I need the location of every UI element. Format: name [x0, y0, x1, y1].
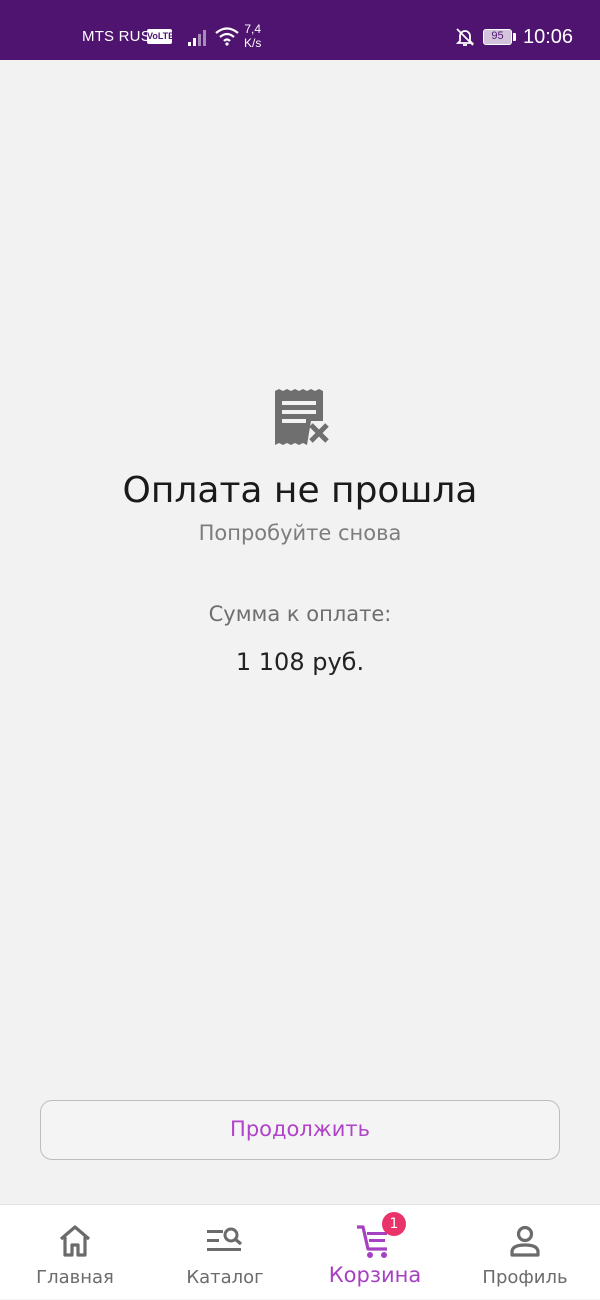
- nav-label-catalog: Каталог: [186, 1267, 264, 1288]
- network-speed: 7,4 K/s: [244, 22, 261, 50]
- catalog-search-icon: [207, 1227, 243, 1251]
- payment-failed-title: Оплата не прошла: [122, 470, 478, 511]
- clock: 10:06: [523, 26, 574, 48]
- volte-badge: VoLTE: [147, 29, 174, 44]
- nav-label-cart: Корзина: [328, 1263, 422, 1287]
- bottom-nav: Главная Каталог 1 Корзина Профиль: [0, 1204, 600, 1299]
- receipt-cancel-icon: [275, 389, 329, 445]
- nav-item-cart[interactable]: 1 Корзина: [300, 1205, 450, 1300]
- nav-item-home[interactable]: Главная: [0, 1205, 150, 1300]
- cart-badge: 1: [382, 1212, 406, 1236]
- sum-value: 1 108 руб.: [235, 648, 365, 676]
- speed-unit: K/s: [244, 36, 262, 50]
- nav-item-catalog[interactable]: Каталог: [150, 1205, 300, 1300]
- battery-icon: 95: [483, 29, 512, 45]
- payment-failed-subtitle: Попробуйте снова: [198, 521, 402, 545]
- battery-tip: [513, 33, 516, 41]
- continue-button[interactable]: Продолжить: [40, 1100, 560, 1160]
- carrier-name: MTS RUS: [82, 28, 151, 45]
- nav-item-profile[interactable]: Профиль: [450, 1205, 600, 1300]
- bell-off-icon: [455, 28, 475, 46]
- wifi-icon: [215, 27, 239, 46]
- speed-value: 7,4: [244, 22, 262, 36]
- nav-label-home: Главная: [36, 1267, 114, 1288]
- status-bar: MTS RUS VoLTE 7,4 K/s 95 10:06: [0, 0, 600, 60]
- nav-label-profile: Профиль: [482, 1267, 568, 1288]
- profile-icon: [510, 1225, 540, 1257]
- signal-icon: [188, 30, 206, 46]
- home-icon: [59, 1225, 91, 1257]
- sum-label: Сумма к оплате:: [208, 602, 392, 626]
